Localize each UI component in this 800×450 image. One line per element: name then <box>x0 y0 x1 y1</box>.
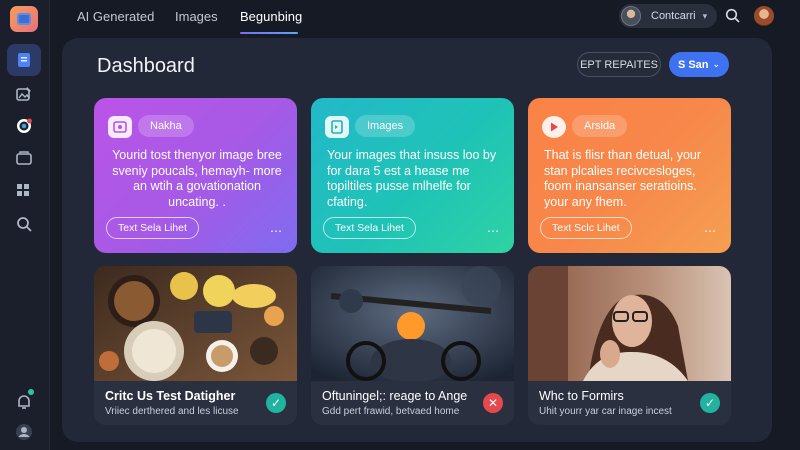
tab-ai-generated[interactable]: AI Generated <box>77 9 154 24</box>
more-icon[interactable]: ⋯ <box>704 224 717 238</box>
chevron-down-icon: ▾ <box>702 10 708 21</box>
sidebar <box>0 0 50 450</box>
folder-icon <box>16 151 32 165</box>
page-title: Dashboard <box>97 55 195 77</box>
image-edit-icon <box>16 87 31 101</box>
search-icon[interactable] <box>724 7 742 25</box>
feature-card[interactable]: Images Your images that insuss loo by fo… <box>311 98 514 253</box>
sidebar-item-account[interactable] <box>7 416 41 448</box>
image-card-title: Critc Us Test Datigher <box>105 389 236 403</box>
notification-dot <box>28 389 34 395</box>
sidebar-item-notifications[interactable] <box>7 386 41 418</box>
card-action-button[interactable]: Text Sela Lihet <box>106 217 199 239</box>
notification-icon <box>18 395 30 409</box>
card-tag: Arsida <box>572 115 628 137</box>
card-description: That is flisr than detual, your stan plc… <box>544 148 702 209</box>
document-icon <box>18 53 30 67</box>
card-description: Your images that insuss loo by for dara … <box>327 148 497 209</box>
card-action-button[interactable]: Text Sela Lihet <box>323 217 416 239</box>
feature-card[interactable]: Nakha Yourid tost thenyor image bree sve… <box>94 98 297 253</box>
user-name: Contcarri <box>651 10 696 22</box>
portrait-photo <box>528 266 731 381</box>
user-menu[interactable]: Contcarri ▾ <box>619 4 717 28</box>
profile-avatar[interactable] <box>754 6 774 26</box>
feature-card[interactable]: Arsida That is flisr than detual, your s… <box>528 98 731 253</box>
tab-begunbing[interactable]: Begunbing <box>240 9 302 24</box>
check-icon[interactable]: ✓ <box>700 393 720 413</box>
food-photo <box>94 266 297 381</box>
chevron-down-icon: ⌄ <box>712 59 721 69</box>
active-tab-indicator <box>240 32 298 34</box>
more-icon[interactable]: ⋯ <box>487 224 500 238</box>
search-icon <box>17 217 32 232</box>
card-tag: Images <box>355 115 416 137</box>
sidebar-item-folder[interactable] <box>7 142 41 174</box>
image-card[interactable]: Oftuningel;: reage to Ange Gdd pert fraw… <box>311 266 514 425</box>
image-card-caption: Critc Us Test Datigher Vriiec derthered … <box>94 381 297 425</box>
user-icon <box>16 424 32 440</box>
play-icon <box>542 116 566 138</box>
video-icon <box>108 116 132 138</box>
image-card-title: Whc to Formirs <box>539 389 624 403</box>
image-card-subtitle: Gdd pert frawid, betvaed home <box>322 406 460 417</box>
more-icon[interactable]: ⋯ <box>270 224 283 238</box>
card-action-button[interactable]: Text Sclc Lihet <box>540 217 632 239</box>
image-card-caption: Whc to Formirs Uhit yourr yar car inage … <box>528 381 731 425</box>
tab-images[interactable]: Images <box>175 9 218 24</box>
close-icon[interactable]: ✕ <box>483 393 503 413</box>
image-card-caption: Oftuningel;: reage to Ange Gdd pert fraw… <box>311 381 514 425</box>
primary-action-label: S San <box>677 58 709 71</box>
sidebar-item-grid[interactable] <box>7 174 41 206</box>
check-icon[interactable]: ✓ <box>266 393 286 413</box>
image-icon <box>325 116 349 138</box>
primary-action-button[interactable]: S San ⌄ <box>669 52 729 77</box>
topbar: AI Generated Images Begunbing Contcarri … <box>50 0 800 36</box>
image-card[interactable]: Critc Us Test Datigher Vriiec derthered … <box>94 266 297 425</box>
dashboard-panel: Dashboard EPT REPAITES S San ⌄ Nakha You… <box>62 38 772 442</box>
app-logo[interactable] <box>10 6 38 32</box>
image-card-title: Oftuningel;: reage to Ange <box>322 389 468 403</box>
sidebar-item-camera[interactable] <box>7 110 41 142</box>
sidebar-item-documents[interactable] <box>7 44 41 76</box>
image-card[interactable]: Whc to Formirs Uhit yourr yar car inage … <box>528 266 731 425</box>
reports-button[interactable]: EPT REPAITES <box>577 52 661 77</box>
sidebar-item-image-edit[interactable] <box>7 78 41 110</box>
image-card-subtitle: Vriiec derthered and les licuse <box>105 406 239 417</box>
cyclist-photo <box>311 266 514 381</box>
camera-icon <box>17 118 32 133</box>
user-avatar <box>621 6 641 26</box>
sidebar-item-search[interactable] <box>7 208 41 240</box>
grid-icon <box>17 184 29 196</box>
card-tag: Nakha <box>138 115 194 137</box>
image-card-subtitle: Uhit yourr yar car inage incest <box>539 406 672 417</box>
card-description: Yourid tost thenyor image bree sveniy po… <box>112 148 282 209</box>
